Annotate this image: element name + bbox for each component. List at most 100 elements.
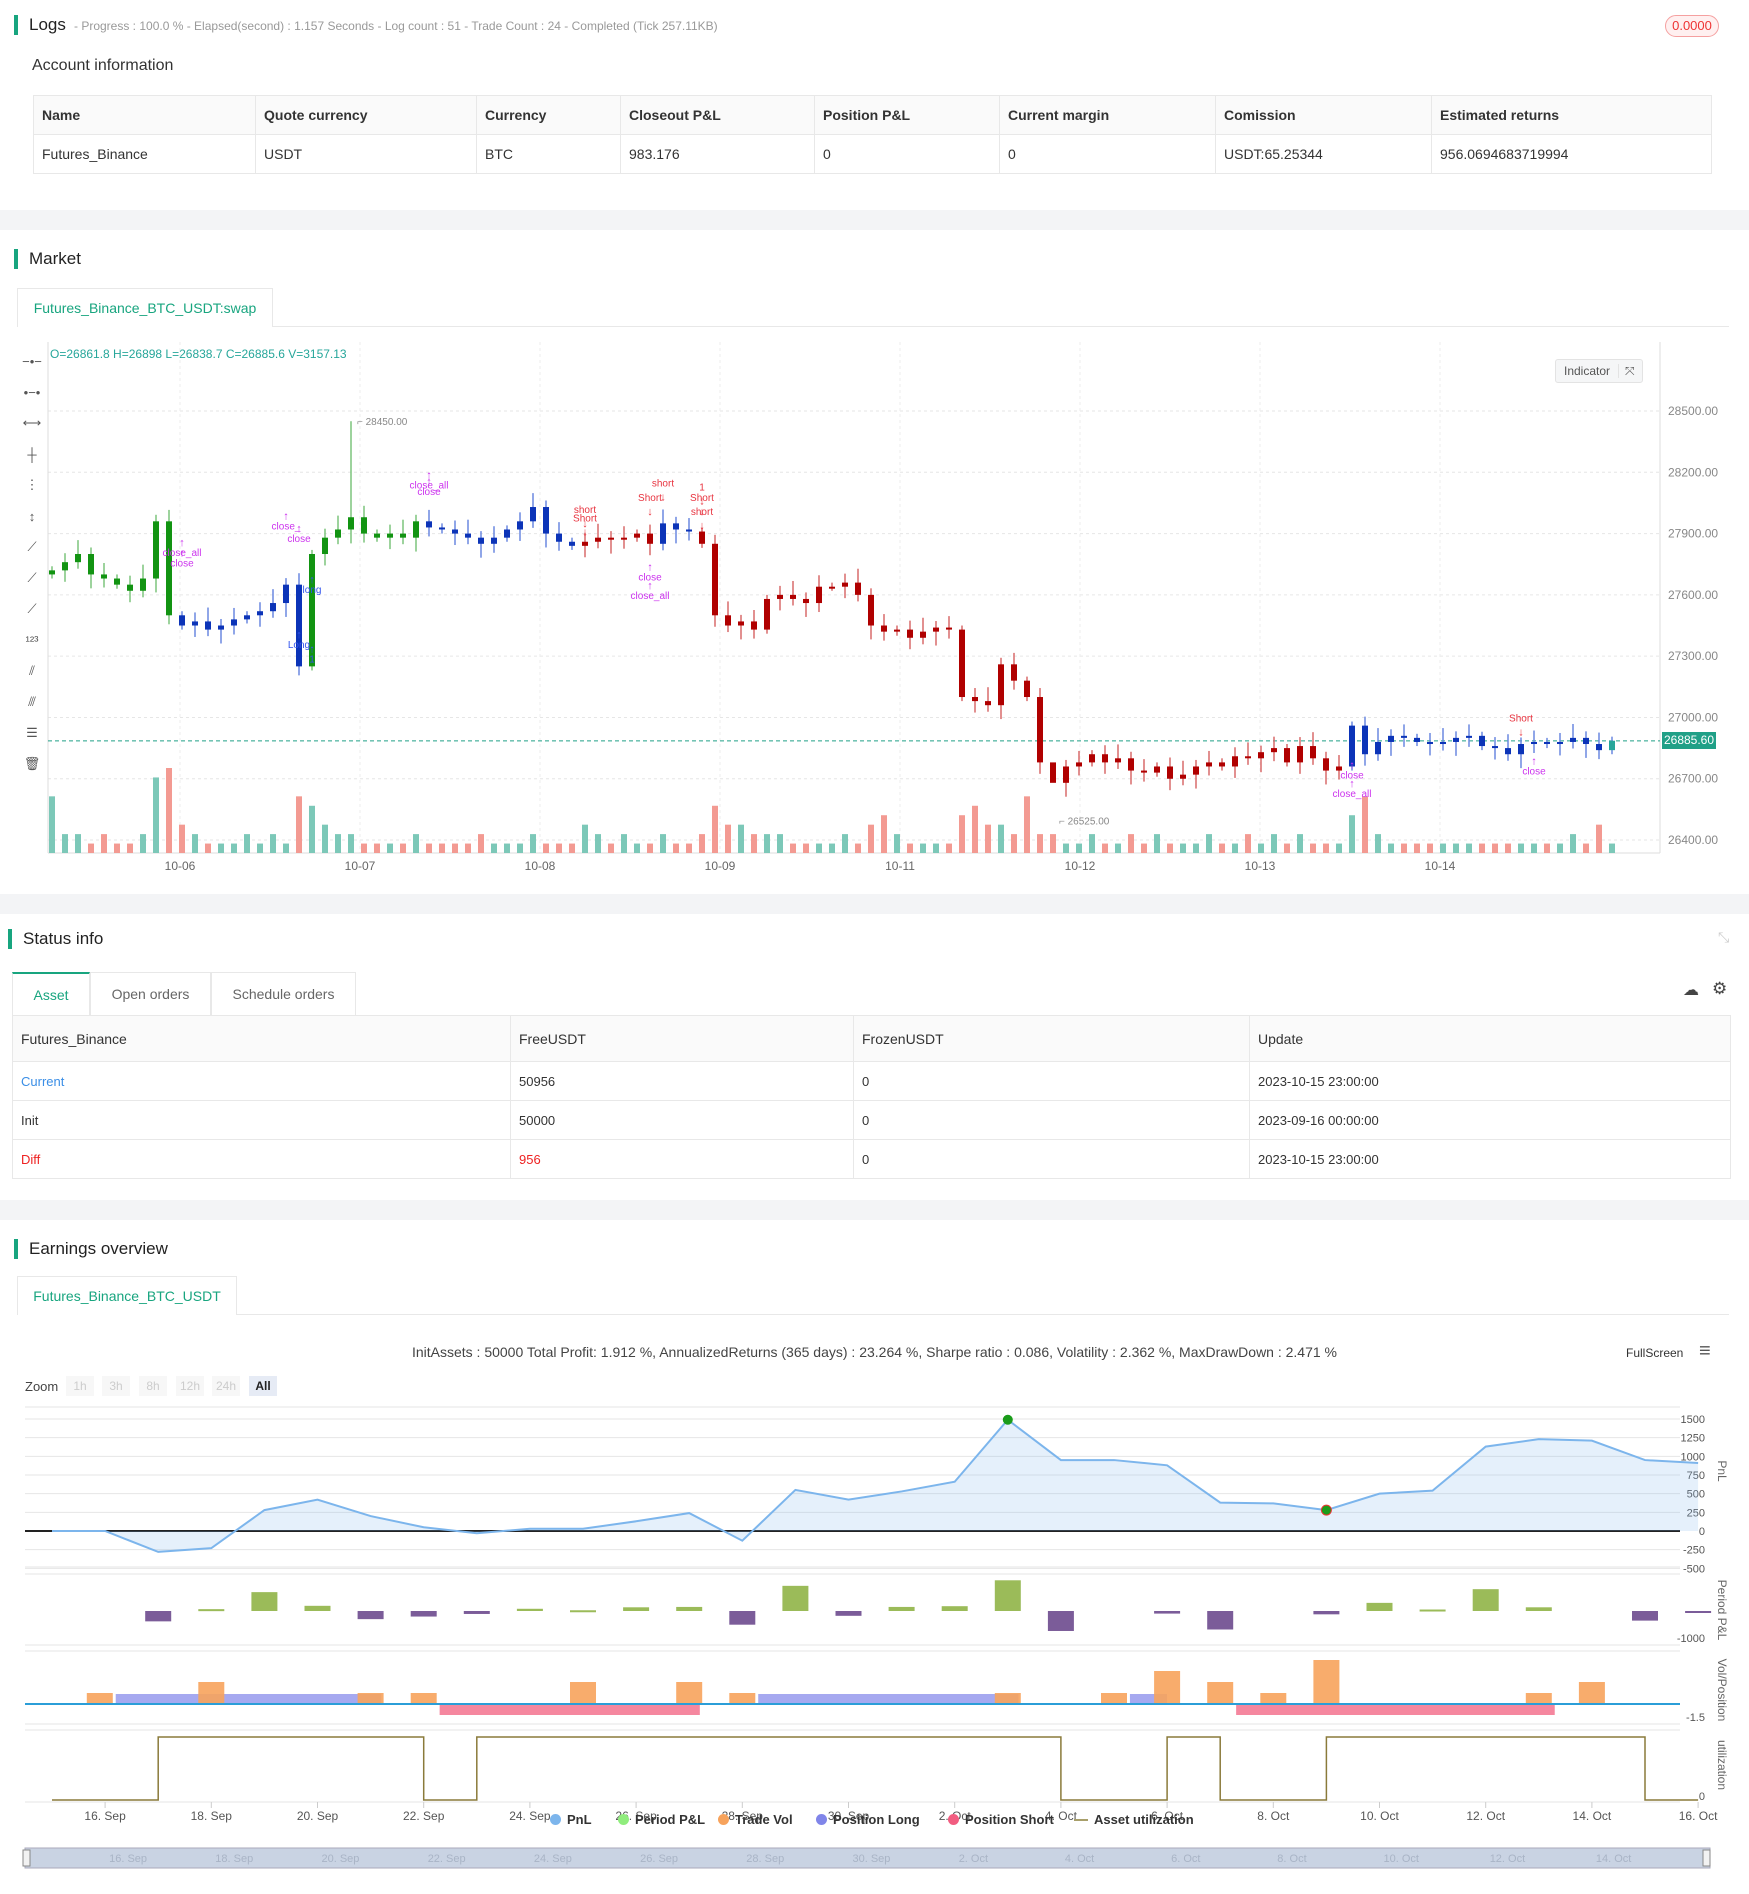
zoom-1h-button[interactable]: 1h (66, 1376, 94, 1396)
candle-body (517, 521, 523, 530)
candle-body (1310, 746, 1316, 759)
candle-body (751, 621, 757, 630)
candle-body (49, 570, 55, 575)
period-pnl-bar (198, 1609, 225, 1612)
volume-bar (894, 834, 900, 853)
candle-body (1206, 762, 1212, 767)
navigator-handle-left[interactable] (22, 1849, 31, 1867)
navigator-tick-label: 8. Oct (1277, 1853, 1306, 1865)
candle-body (1518, 744, 1524, 755)
tab-schedule-orders[interactable]: Schedule orders (211, 972, 356, 1015)
navigator-tick-label: 10. Oct (1384, 1853, 1419, 1865)
zoom-24h-button[interactable]: 24h (212, 1376, 240, 1396)
legend-item[interactable]: Trade Vol (718, 1812, 793, 1827)
volume-bar (1141, 843, 1147, 853)
gear-icon[interactable]: ⚙ (1712, 979, 1727, 999)
candle-body (244, 615, 250, 620)
legend-item[interactable]: PnL (550, 1812, 592, 1827)
volume-bar (608, 843, 614, 853)
trade-signal-label: close (170, 558, 194, 569)
volume-bar (387, 843, 393, 853)
volume-bar (1011, 834, 1017, 853)
legend-item[interactable]: Position Short (948, 1812, 1054, 1827)
legend-item[interactable]: Asset utilization (1074, 1812, 1194, 1827)
navigator-tick-label: 18. Sep (215, 1853, 253, 1865)
collapse-icon[interactable]: ⤡ (1718, 929, 1729, 946)
zoom-12h-button[interactable]: 12h (176, 1376, 204, 1396)
arrow-up-icon: ↑ (296, 629, 302, 641)
candle-body (322, 537, 328, 555)
legend-label: Period P&L (635, 1812, 706, 1827)
trade-vol-bar (1578, 1682, 1605, 1704)
candle-body (712, 543, 718, 616)
volume-bar (634, 843, 640, 853)
volume-bar (790, 843, 796, 853)
earnings-chart[interactable]: 1500125010007505002500-250-500-1000-1.50… (0, 1400, 1749, 1880)
col-free: FreeUSDT (510, 1015, 854, 1062)
fullscreen-button[interactable]: FullScreen (1626, 1346, 1683, 1360)
volume-bar (517, 843, 523, 853)
arrow-up-icon: ↑ (179, 547, 185, 559)
volume-bar (556, 843, 562, 853)
volume-bar (959, 815, 965, 853)
candle-body (1102, 754, 1108, 763)
market-symbol-tab[interactable]: Futures_Binance_BTC_USDT:swap (17, 288, 273, 327)
table-row: Init 50000 0 2023-09-16 00:00:00 (12, 1100, 1731, 1140)
tab-asset[interactable]: Asset (12, 972, 90, 1015)
candle-body (1141, 770, 1147, 773)
volume-bar (62, 834, 68, 853)
tab-open-orders[interactable]: Open orders (90, 972, 211, 1015)
price-tick-label: 27600.00 (1668, 588, 1718, 602)
candle-body (959, 629, 965, 698)
volume-bar (1219, 843, 1225, 853)
candle-body (1375, 741, 1381, 755)
col-closeout: Closeout P&L (620, 95, 815, 135)
arrow-up-icon: ↑ (1349, 760, 1355, 772)
period-pnl-bar (357, 1611, 384, 1620)
candle-body (894, 629, 900, 632)
volume-bar (660, 834, 666, 853)
candlestick-chart[interactable]: 28500.00 28200.00 27900.00 27600.00 27300.00… (0, 340, 1749, 885)
candle-body (504, 529, 510, 538)
candle-body (75, 554, 81, 563)
period-pnl-bar (1685, 1611, 1712, 1613)
navigator-tick-label: 28. Sep (746, 1853, 784, 1865)
candle-body (933, 627, 939, 632)
earnings-symbol-tab[interactable]: Futures_Binance_BTC_USDT (17, 1276, 237, 1315)
legend-label: Asset utilization (1094, 1812, 1194, 1827)
candle-body (803, 598, 809, 604)
volume-bar (1466, 843, 1472, 853)
volume-bar (400, 843, 406, 853)
volume-bar (452, 843, 458, 853)
zoom-3h-button[interactable]: 3h (102, 1376, 130, 1396)
volume-bar (673, 843, 679, 853)
price-tick-label: 27900.00 (1668, 527, 1718, 541)
position-long-bar (758, 1694, 1019, 1704)
trade-signal-label: close_all (1333, 789, 1372, 800)
candle-body (1245, 756, 1251, 759)
menu-icon[interactable]: ≡ (1699, 1340, 1711, 1363)
trade-signal-label: close (1522, 767, 1546, 778)
divider (0, 210, 1749, 230)
candle-body (101, 574, 107, 579)
row-label-current[interactable]: Current (12, 1061, 511, 1101)
table-row: Current 50956 0 2023-10-15 23:00:00 (12, 1061, 1731, 1101)
trade-vol-bar (994, 1693, 1021, 1704)
volume-bar (1479, 843, 1485, 853)
cloud-download-icon[interactable]: ☁ (1683, 980, 1699, 1000)
legend-dot-icon (550, 1814, 561, 1825)
volume-bar (1284, 843, 1290, 853)
col-exchange: Futures_Binance (12, 1015, 511, 1062)
candle-body (777, 594, 783, 599)
candle-body (231, 619, 237, 626)
volume-bar (985, 824, 991, 853)
date-tick-label: 10-14 (1425, 859, 1456, 873)
legend-item[interactable]: Period P&L (618, 1812, 705, 1827)
zoom-all-button[interactable]: All (249, 1376, 277, 1396)
arrow-up-icon: ↑ (647, 562, 653, 574)
zoom-8h-button[interactable]: 8h (139, 1376, 167, 1396)
legend-item[interactable]: Position Long (816, 1812, 920, 1827)
navigator-handle-right[interactable] (1702, 1849, 1711, 1867)
volume-bar (1115, 843, 1121, 853)
candle-body (1297, 746, 1303, 763)
